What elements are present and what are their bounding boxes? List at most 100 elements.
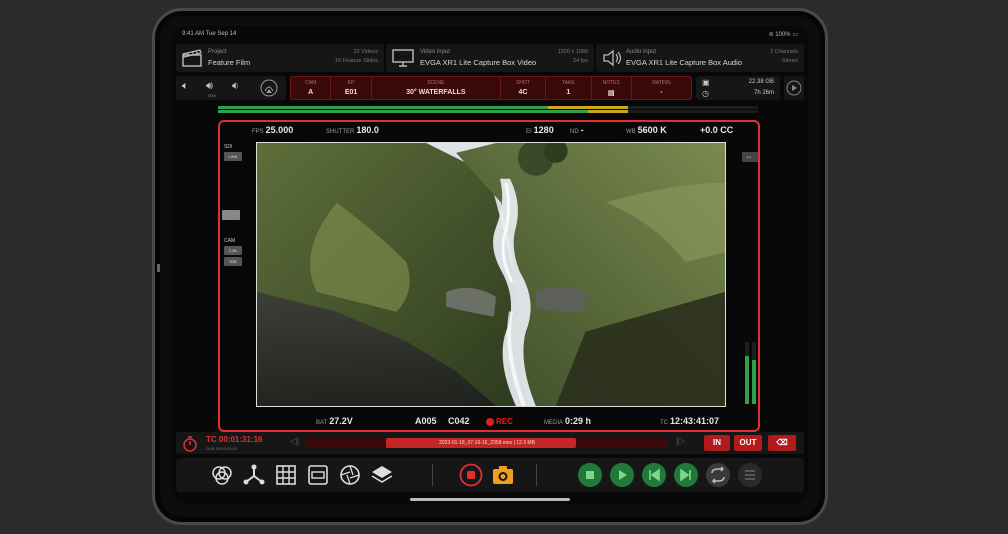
snapshot-camera-icon[interactable] bbox=[491, 463, 515, 487]
app-screen: 9:41 AM Tue Sep 14 ≋ 100% ▭ Project Feat… bbox=[172, 26, 808, 504]
project-selector[interactable]: Project Feature Film 22 Videos 16 Featur… bbox=[176, 44, 384, 72]
airplay-icon[interactable] bbox=[260, 79, 278, 97]
drive-icon: ▣ bbox=[702, 78, 710, 87]
previous-clip-button[interactable] bbox=[642, 463, 666, 487]
video-frame-waterfall bbox=[256, 142, 726, 407]
play-button[interactable] bbox=[610, 463, 634, 487]
storage-info: ▣ 22.38 GB ◷ 7h 26m bbox=[696, 76, 780, 100]
bottom-toolbar bbox=[176, 458, 804, 492]
volume-down-icon[interactable]: 🔈︎ bbox=[182, 80, 189, 93]
shutter-readout: SHUTTER 180.0 bbox=[326, 125, 379, 135]
project-label: Project bbox=[208, 49, 227, 55]
toolbar-divider-2 bbox=[536, 464, 537, 486]
timecode-value: TC 00:01:31:16 bbox=[206, 435, 263, 444]
video-input-meta1: 1920 x 1080 bbox=[557, 49, 588, 55]
layers-icon[interactable] bbox=[370, 463, 394, 487]
status-time: 9:41 AM Tue Sep 14 bbox=[182, 31, 237, 37]
audio-input-meta2: Stereo bbox=[781, 58, 798, 64]
scrub-bar[interactable]: 2023-01-18_07-16-16_2358.mov | 12.3 MB bbox=[306, 438, 668, 448]
battery-icon: ▭ bbox=[792, 32, 798, 38]
stage: 9:41 AM Tue Sep 14 ≋ 100% ▭ Project Feat… bbox=[0, 0, 1008, 534]
timecode-sub: DUR 00:00:00:00 bbox=[206, 446, 237, 451]
aperture-icon[interactable] bbox=[338, 463, 362, 487]
slate-scene[interactable]: SCENE 30° WATERFALLS bbox=[372, 77, 501, 99]
clip-readout: C042 bbox=[448, 416, 470, 426]
cam-panel: CAM 3.5K 50B bbox=[224, 238, 242, 266]
clock-icon: ◷ bbox=[702, 89, 709, 98]
video-viewer[interactable]: FPS 25.000 SHUTTER 180.0 EI 1280 ND - WB 5600… bbox=[218, 120, 760, 432]
playback-toggle-button[interactable] bbox=[784, 76, 804, 100]
viewer-options-button[interactable]: ⇔ bbox=[742, 152, 758, 162]
play-circle-icon bbox=[786, 80, 802, 96]
wifi-icon: ≋ bbox=[768, 32, 774, 38]
project-meta1: 22 Videos bbox=[353, 49, 378, 55]
storage-remaining: 7h 26m bbox=[753, 90, 774, 96]
storage-free: 22.38 GB bbox=[748, 79, 774, 85]
timecode-bar: TC 00:01:31:16 DUR 00:00:00:00 ◁| 2023-0… bbox=[176, 432, 804, 454]
clip-filename: 2023-01-18_07-16-16_2358.mov | 12.3 MB bbox=[439, 440, 535, 446]
fps-readout: FPS 25.000 bbox=[252, 125, 294, 135]
slate-episode[interactable]: EP E01 bbox=[331, 77, 372, 99]
out-point-button[interactable]: OUT bbox=[734, 435, 762, 451]
slate-take[interactable]: TAKE 1 bbox=[546, 77, 592, 99]
monitor-icon bbox=[392, 49, 414, 67]
volume-controls: 🔈︎ 🔊︎ 50% 🔉︎ bbox=[176, 76, 286, 100]
slate-cam[interactable]: CAM A bbox=[291, 77, 332, 99]
notes-icon: ▤ bbox=[607, 90, 615, 97]
skip-forward-icon[interactable]: |▷ bbox=[676, 436, 685, 447]
media-readout: MEDIA 0:29 h bbox=[544, 416, 592, 426]
audio-input-name: EVGA XR1 Lite Capture Box Audio bbox=[626, 58, 742, 67]
toolbar-divider bbox=[432, 464, 433, 486]
speaker-icon bbox=[603, 49, 622, 67]
volume-speaker-icon[interactable]: 🔊︎ bbox=[206, 80, 213, 93]
status-bar: 9:41 AM Tue Sep 14 ≋ 100% ▭ bbox=[172, 26, 808, 42]
audio-input-selector[interactable]: Audio input EVGA XR1 Lite Capture Box Au… bbox=[596, 44, 804, 72]
volume-level: 50% bbox=[208, 93, 217, 98]
aspect-icon: ⇔ bbox=[745, 152, 753, 161]
next-clip-button[interactable] bbox=[674, 463, 698, 487]
reel-readout: A005 bbox=[415, 416, 437, 426]
sdi-panel: SDI LINK bbox=[224, 144, 242, 161]
slate-shot[interactable]: SHOT 4C bbox=[501, 77, 547, 99]
stopwatch-icon[interactable] bbox=[182, 436, 198, 452]
right-audio-meters bbox=[745, 342, 756, 404]
stop-button[interactable] bbox=[578, 463, 602, 487]
battery-readout: BAT 27.2V bbox=[316, 416, 353, 426]
slate-rating[interactable]: RATING - bbox=[632, 77, 691, 99]
project-name: Feature Film bbox=[208, 58, 251, 67]
volume-up-icon[interactable]: 🔉︎ bbox=[232, 80, 239, 93]
record-dot-icon bbox=[486, 417, 494, 426]
list-button[interactable] bbox=[738, 463, 762, 487]
wb-readout: WB 5600 K bbox=[626, 125, 667, 135]
rec-indicator: REC bbox=[486, 416, 513, 426]
nodes-icon[interactable] bbox=[242, 463, 266, 487]
info-bar: Project Feature Film 22 Videos 16 Featur… bbox=[176, 44, 804, 72]
audio-input-meta1: 2 Channels bbox=[770, 49, 798, 55]
clear-marks-button[interactable]: ⌫ bbox=[768, 435, 796, 451]
audio-meter-bar bbox=[218, 106, 758, 113]
loop-button[interactable] bbox=[706, 463, 730, 487]
timecode-readout: TC 12:43:41:07 bbox=[660, 416, 720, 426]
video-input-meta2: 24 fps bbox=[573, 58, 588, 64]
grid-icon[interactable] bbox=[274, 463, 298, 487]
video-input-selector[interactable]: Video input EVGA XR1 Lite Capture Box Vi… bbox=[386, 44, 594, 72]
frame-guides-icon[interactable] bbox=[306, 463, 330, 487]
project-meta2: 16 Feature Slides bbox=[334, 58, 378, 64]
control-bar: 🔈︎ 🔊︎ 50% 🔉︎ CAM A EP E01 SCENE 30° WATE… bbox=[176, 76, 804, 100]
status-battery: ≋ 100% ▭ bbox=[768, 32, 798, 38]
clapperboard-icon bbox=[182, 49, 202, 67]
iso-readout: EI 1280 bbox=[526, 125, 554, 135]
audio-input-label: Audio input bbox=[626, 49, 657, 55]
tint-readout: +0.0 CC bbox=[700, 125, 734, 135]
in-point-button[interactable]: IN bbox=[704, 435, 730, 451]
skip-back-icon[interactable]: ◁| bbox=[290, 436, 299, 447]
slate-bar: CAM A EP E01 SCENE 30° WATERFALLS SHOT 4… bbox=[290, 76, 692, 100]
slate-notes[interactable]: NOTES ▤ bbox=[592, 77, 632, 99]
video-input-name: EVGA XR1 Lite Capture Box Video bbox=[420, 58, 537, 67]
color-circles-icon[interactable] bbox=[210, 463, 234, 487]
tablet-side-button bbox=[157, 264, 160, 272]
left-slider[interactable] bbox=[222, 208, 240, 220]
video-input-label: Video input bbox=[420, 49, 450, 55]
record-button[interactable] bbox=[459, 463, 483, 487]
backspace-icon: ⌫ bbox=[776, 438, 788, 447]
